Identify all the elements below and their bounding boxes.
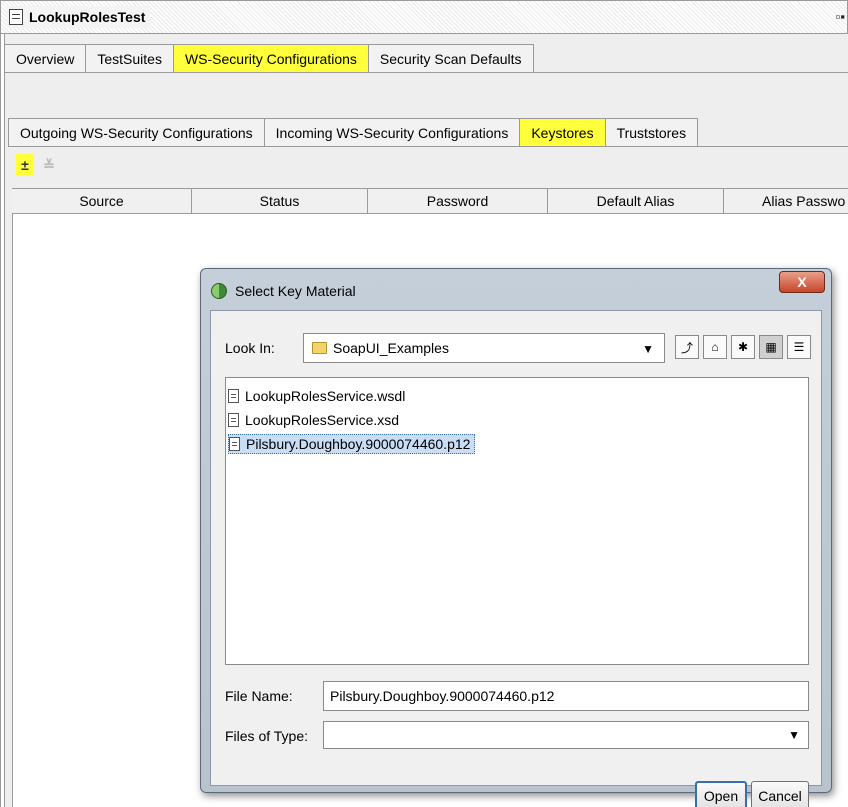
tab-truststores[interactable]: Truststores xyxy=(604,118,699,146)
keystore-toolbar: ± ≚ xyxy=(16,150,58,180)
main-tab-bar: Overview TestSuites WS-Security Configur… xyxy=(4,44,534,72)
chevron-down-icon: ▼ xyxy=(788,728,800,742)
cancel-button[interactable]: Cancel xyxy=(751,781,809,807)
open-button[interactable]: Open xyxy=(695,781,747,807)
file-name: LookupRolesService.xsd xyxy=(245,412,400,428)
tab-keystores[interactable]: Keystores xyxy=(519,118,606,146)
window-title-box: LookupRolesTest xyxy=(7,6,152,28)
file-name: Pilsbury.Doughboy.9000074460.p12 xyxy=(246,436,471,452)
list-view-icon[interactable]: ▦ xyxy=(759,335,783,359)
tab-label: Overview xyxy=(16,50,75,67)
tab-label: Security Scan Defaults xyxy=(379,50,522,67)
files-of-type-row: Files of Type: ▼ xyxy=(225,721,809,751)
tab-overview[interactable]: Overview xyxy=(4,44,87,72)
dialog-titlebar: Select Key Material xyxy=(211,279,356,303)
keystore-tab-bar: Outgoing WS-Security Configurations Inco… xyxy=(8,118,699,146)
dialog-body: Look In: SoapUI_Examples ▼ ⤴ ⌂ ✱ ▦ ☰ Loo… xyxy=(210,310,822,807)
tab-label: Truststores xyxy=(616,124,687,141)
tab-label: Incoming WS-Security Configurations xyxy=(275,124,509,141)
dialog-title: Select Key Material xyxy=(235,283,356,299)
files-of-type-select[interactable]: ▼ xyxy=(323,721,809,749)
soapui-icon xyxy=(211,283,227,299)
details-view-icon[interactable]: ☰ xyxy=(787,335,811,359)
look-in-combo[interactable]: SoapUI_Examples ▼ xyxy=(303,333,665,363)
tab-testsuites[interactable]: TestSuites xyxy=(85,44,174,72)
document-icon xyxy=(9,9,23,25)
window-titlebar: LookupRolesTest ▫▪ xyxy=(0,0,848,34)
file-icon xyxy=(229,437,240,451)
restore-window-icon[interactable]: ▫▪ xyxy=(836,9,845,24)
up-folder-icon[interactable]: ⤴ xyxy=(675,335,699,359)
list-item-selected[interactable]: Pilsbury.Doughboy.9000074460.p12 xyxy=(228,434,476,454)
column-alias-password[interactable]: Alias Passwo xyxy=(724,189,848,213)
file-name-label: File Name: xyxy=(225,688,293,704)
tab-label: TestSuites xyxy=(97,50,162,67)
file-icon xyxy=(228,413,239,427)
look-in-controls: SoapUI_Examples ▼ ⤴ ⌂ ✱ ▦ ☰ xyxy=(225,333,815,363)
column-status[interactable]: Status xyxy=(192,189,368,213)
file-name-row: File Name: Pilsbury.Doughboy.9000074460.… xyxy=(225,681,809,711)
home-icon[interactable]: ⌂ xyxy=(703,335,727,359)
list-item[interactable]: LookupRolesService.wsdl xyxy=(228,386,409,406)
new-folder-icon[interactable]: ✱ xyxy=(731,335,755,359)
list-item[interactable]: LookupRolesService.xsd xyxy=(228,410,403,430)
tab-incoming-ws-security[interactable]: Incoming WS-Security Configurations xyxy=(263,118,521,146)
tab-label: Outgoing WS-Security Configurations xyxy=(20,124,253,141)
tab-label: Keystores xyxy=(531,124,594,141)
tab-bar-divider xyxy=(4,72,848,73)
tab-label: WS-Security Configurations xyxy=(184,50,357,67)
tab-ws-security-configurations[interactable]: WS-Security Configurations xyxy=(172,44,369,72)
subtab-bar-divider xyxy=(8,146,848,147)
column-password[interactable]: Password xyxy=(368,189,548,213)
window-title: LookupRolesTest xyxy=(29,9,146,25)
tab-outgoing-ws-security[interactable]: Outgoing WS-Security Configurations xyxy=(8,118,265,146)
look-in-value: SoapUI_Examples xyxy=(333,340,449,356)
files-of-type-label: Files of Type: xyxy=(225,728,309,744)
table-header: Source Status Password Default Alias Ali… xyxy=(12,188,848,214)
column-source[interactable]: Source xyxy=(12,189,192,213)
select-key-material-dialog: Select Key Material X Look In: SoapUI_Ex… xyxy=(200,268,832,807)
file-name-field[interactable]: Pilsbury.Doughboy.9000074460.p12 xyxy=(323,681,809,711)
remove-keystore-icon[interactable]: ≚ xyxy=(40,154,58,176)
tab-security-scan-defaults[interactable]: Security Scan Defaults xyxy=(367,44,534,72)
file-icon xyxy=(228,389,239,403)
column-default-alias[interactable]: Default Alias xyxy=(548,189,724,213)
chevron-down-icon: ▼ xyxy=(642,342,654,356)
folder-icon xyxy=(312,342,327,354)
file-name: LookupRolesService.wsdl xyxy=(245,388,406,404)
close-button[interactable]: X xyxy=(779,271,825,293)
add-keystore-icon[interactable]: ± xyxy=(16,154,34,176)
file-list[interactable]: LookupRolesService.wsdl LookupRolesServi… xyxy=(225,377,809,665)
file-nav-buttons: ⤴ ⌂ ✱ ▦ ☰ xyxy=(675,335,811,359)
